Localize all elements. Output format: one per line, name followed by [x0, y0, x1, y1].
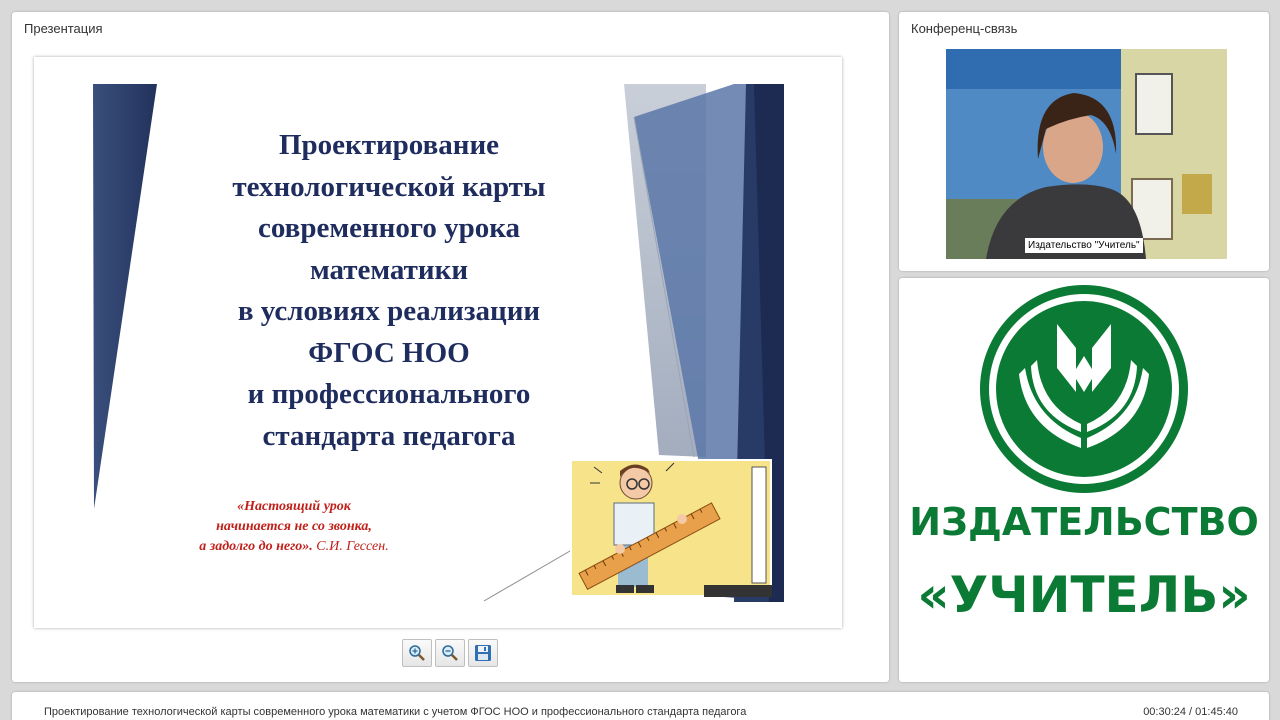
boy-with-ruler-illustration [570, 459, 772, 597]
slide-title-line: ФГОС НОО [308, 336, 470, 369]
webinar-caption: Проектирование технологической карты сов… [44, 706, 747, 718]
slide-quote: «Настоящий урок начинается не со звонка,… [164, 497, 424, 557]
slide-toolbar [402, 639, 498, 667]
quote-line: а задолго до него». [199, 539, 313, 554]
publisher-name-line2: «УЧИТЕЛЬ» [917, 566, 1251, 624]
presentation-panel-title: Презентация [24, 21, 103, 36]
floppy-disk-icon [475, 645, 491, 661]
save-button[interactable] [468, 639, 498, 667]
zoom-out-icon [442, 645, 458, 661]
zoom-in-button[interactable] [402, 639, 432, 667]
publisher-logo-emblem [975, 280, 1193, 498]
webcam-frame [946, 49, 1227, 259]
slide-title-line: в условиях реализации [237, 295, 541, 327]
quote-line: «Настоящий урок [237, 499, 351, 514]
conference-panel: Конференц-связь Издательство "Учитель" [899, 12, 1269, 271]
slide-title-line: математики [309, 253, 469, 286]
quote-author: С.И. Гессен. [316, 539, 389, 554]
slide-title-line: стандарта педагога [262, 419, 516, 452]
conference-panel-title: Конференц-связь [911, 21, 1018, 36]
slide-left-wedge [93, 84, 157, 509]
slide-title-line: Проектирование [278, 129, 500, 161]
presentation-panel: Презентация Проектирование технологическ… [12, 12, 889, 682]
playback-time: 00:30:24 / 01:45:40 [1143, 706, 1238, 718]
slide-title-line: современного урока [258, 212, 520, 244]
slide-title-line: технологической карты [232, 170, 546, 203]
video-participant-label: Издательство "Учитель" [1025, 238, 1143, 253]
presentation-slide: Проектирование технологической карты сов… [34, 57, 842, 628]
zoom-out-button[interactable] [435, 639, 465, 667]
zoom-in-icon [409, 645, 425, 661]
bottom-status-bar: Проектирование технологической карты сов… [12, 692, 1269, 720]
quote-line: начинается не со звонка, [216, 519, 372, 534]
webcam-video[interactable]: Издательство "Учитель" [946, 49, 1227, 259]
slide-title: Проектирование технологической карты сов… [184, 125, 594, 457]
publisher-logo-panel: ИЗДАТЕЛЬСТВО «УЧИТЕЛЬ» [899, 278, 1269, 682]
publisher-name-line1: ИЗДАТЕЛЬСТВО [909, 500, 1259, 544]
slide-title-line: и профессионального [247, 378, 531, 410]
